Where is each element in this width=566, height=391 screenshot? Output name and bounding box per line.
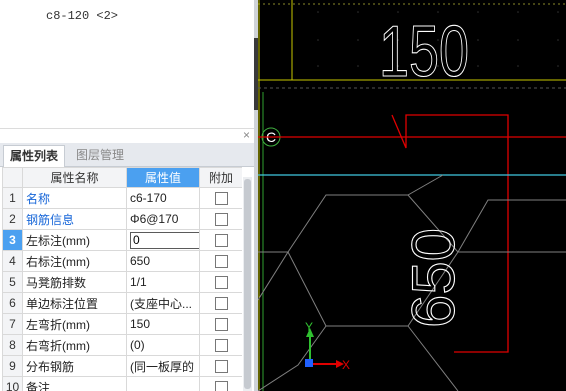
table-row[interactable]: 10 备注 — [2, 376, 242, 391]
attach-cell — [199, 355, 242, 377]
attach-checkbox[interactable] — [214, 318, 228, 332]
preview-text: c8-120 <2> — [46, 9, 119, 23]
attach-checkbox[interactable] — [214, 255, 228, 269]
attach-cell — [199, 334, 242, 356]
dimension-text-650: 650 — [400, 228, 467, 328]
row-number: 1 — [2, 187, 23, 209]
property-value[interactable]: c6-170 — [126, 187, 200, 209]
attach-cell — [199, 292, 242, 314]
row-number: 4 — [2, 250, 23, 272]
property-name: 马凳筋排数 — [22, 271, 127, 293]
row-number: 10 — [2, 376, 23, 391]
cad-canvas[interactable]: 150 C 650 Y X — [258, 0, 566, 391]
dimension-text-150: 150 — [379, 12, 469, 92]
attach-cell — [199, 250, 242, 272]
property-value-input[interactable] — [130, 231, 199, 249]
attach-cell — [199, 187, 242, 209]
left-panel: c8-120 <2> × 属性列表 图层管理 属性名称 属性值 附加 1 名称 c6… — [0, 0, 258, 391]
table-row[interactable]: 9 分布钢筋 (同一板厚的 — [2, 355, 242, 377]
attach-checkbox[interactable] — [214, 297, 228, 311]
attach-cell — [199, 376, 242, 391]
property-name: 分布钢筋 — [22, 355, 127, 377]
property-value[interactable] — [126, 376, 200, 391]
drawing[interactable]: 150 C 650 Y X — [258, 0, 566, 391]
tab-layers[interactable]: 图层管理 — [70, 145, 130, 166]
panel-header: × — [0, 128, 254, 143]
row-number: 5 — [2, 271, 23, 293]
row-number: 2 — [2, 208, 23, 230]
property-name: 右弯折(mm) — [22, 334, 127, 356]
attach-checkbox[interactable] — [214, 276, 228, 290]
preview-panel: c8-120 <2> — [0, 0, 255, 126]
close-icon[interactable]: × — [243, 128, 250, 142]
row-number: 9 — [2, 355, 23, 377]
property-name: 单边标注位置 — [22, 292, 127, 314]
table-row[interactable]: 8 右弯折(mm) (0) — [2, 334, 242, 356]
attach-checkbox[interactable] — [214, 192, 228, 206]
row-number: 7 — [2, 313, 23, 335]
header-property-value: 属性值 — [126, 167, 200, 188]
attach-cell — [199, 208, 242, 230]
ucs-y-label: Y — [305, 320, 313, 334]
attach-cell — [199, 313, 242, 335]
header-attach: 附加 — [199, 167, 242, 188]
property-scrollbar[interactable] — [243, 177, 252, 391]
property-name: 备注 — [22, 376, 127, 391]
property-name: 钢筋信息 — [22, 208, 127, 230]
panel-tabs: 属性列表 图层管理 — [0, 143, 254, 168]
property-value[interactable]: Φ6@170 — [126, 208, 200, 230]
table-row[interactable]: 1 名称 c6-170 — [2, 187, 242, 209]
tab-properties[interactable]: 属性列表 — [3, 145, 66, 168]
ucs-x-label: X — [342, 358, 350, 372]
row-number: 3 — [2, 229, 23, 251]
table-row[interactable]: 7 左弯折(mm) 150 — [2, 313, 242, 335]
property-value[interactable]: 1/1 — [126, 271, 200, 293]
attach-checkbox[interactable] — [214, 381, 228, 391]
header-corner — [2, 167, 23, 188]
property-name: 左弯折(mm) — [22, 313, 127, 335]
attach-checkbox[interactable] — [214, 234, 228, 248]
property-grid: 属性名称 属性值 附加 1 名称 c6-170 2 钢筋信息 Φ6@170 3 左标注(mm)… — [2, 167, 242, 391]
property-value[interactable] — [126, 229, 200, 251]
row-number: 8 — [2, 334, 23, 356]
attach-checkbox[interactable] — [214, 360, 228, 374]
table-row[interactable]: 4 右标注(mm) 650 — [2, 250, 242, 272]
property-name: 右标注(mm) — [22, 250, 127, 272]
row-number: 6 — [2, 292, 23, 314]
table-row[interactable]: 2 钢筋信息 Φ6@170 — [2, 208, 242, 230]
table-row[interactable]: 3 左标注(mm) — [2, 229, 242, 251]
attach-checkbox[interactable] — [214, 339, 228, 353]
property-value[interactable]: 650 — [126, 250, 200, 272]
property-value[interactable]: (0) — [126, 334, 200, 356]
header-property-name: 属性名称 — [22, 167, 127, 188]
table-row[interactable]: 6 单边标注位置 (支座中心... — [2, 292, 242, 314]
property-value[interactable]: 150 — [126, 313, 200, 335]
attach-cell — [199, 271, 242, 293]
property-value[interactable]: (同一板厚的 — [126, 355, 200, 377]
property-name: 名称 — [22, 187, 127, 209]
property-name: 左标注(mm) — [22, 229, 127, 251]
property-value[interactable]: (支座中心... — [126, 292, 200, 314]
ucs-icon — [305, 328, 344, 368]
table-row[interactable]: 5 马凳筋排数 1/1 — [2, 271, 242, 293]
attach-checkbox[interactable] — [214, 213, 228, 227]
scrollbar-thumb[interactable] — [244, 179, 251, 389]
attach-cell — [199, 229, 242, 251]
